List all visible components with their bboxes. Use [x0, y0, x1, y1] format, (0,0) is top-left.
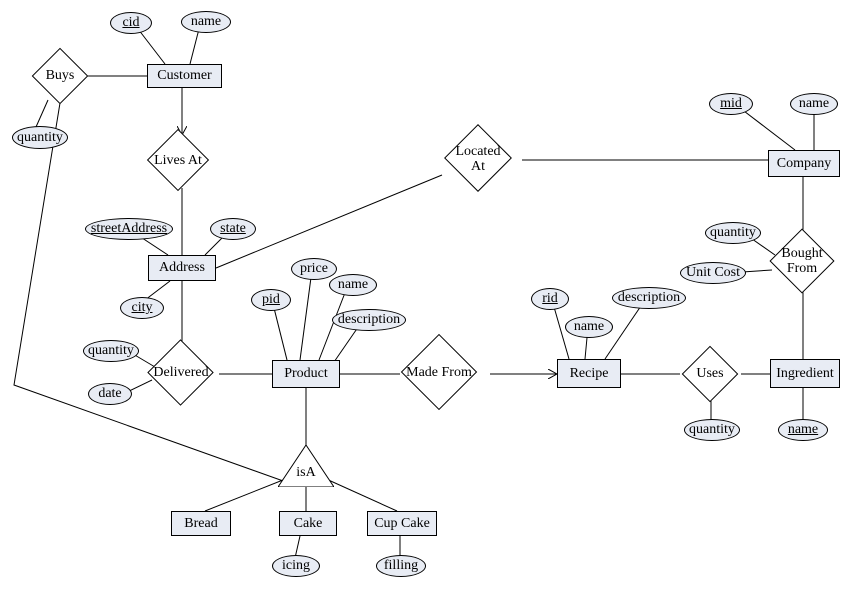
- attr-bought-quantity: quantity: [705, 222, 761, 244]
- attr-deliv-quantity-label: quantity: [88, 343, 134, 359]
- attr-deliv-date: date: [88, 383, 132, 405]
- attr-unitcost: Unit Cost: [680, 262, 746, 284]
- attr-customer-name-label: name: [191, 14, 221, 30]
- entity-customer-label: Customer: [157, 68, 211, 84]
- rel-delivered-shape: [147, 339, 213, 405]
- entity-company-label: Company: [777, 156, 831, 172]
- entity-ingredient: Ingredient: [770, 359, 840, 388]
- attr-deliv-quantity: quantity: [83, 340, 139, 362]
- entity-address-label: Address: [159, 260, 205, 276]
- attr-ing-name: name: [778, 419, 828, 441]
- rel-uses-shape: [682, 346, 739, 403]
- attr-rid: rid: [531, 288, 569, 310]
- attr-prod-description-label: description: [338, 312, 400, 328]
- attr-pid-label: pid: [262, 292, 280, 308]
- entity-cake-label: Cake: [294, 516, 323, 532]
- entity-cake: Cake: [279, 511, 337, 536]
- attr-prod-name: name: [329, 274, 377, 296]
- rel-locatedat-shape: [444, 124, 512, 192]
- attr-filling-label: filling: [384, 558, 418, 574]
- attr-price: price: [291, 258, 337, 280]
- attr-rid-label: rid: [542, 291, 558, 307]
- attr-uses-quantity-label: quantity: [689, 422, 735, 438]
- entity-product-label: Product: [284, 366, 328, 382]
- attr-prod-description: description: [332, 309, 406, 331]
- attr-icing-label: icing: [282, 558, 310, 574]
- rel-isa-shape: [278, 445, 334, 487]
- rel-livesat-shape: [147, 129, 209, 191]
- entity-cupcake-label: Cup Cake: [374, 516, 430, 532]
- entity-ingredient-label: Ingredient: [776, 366, 834, 382]
- attr-buys-quantity-label: quantity: [17, 130, 63, 146]
- attr-streetaddress: streetAddress: [85, 218, 173, 240]
- attr-price-label: price: [300, 261, 328, 277]
- attr-city: city: [120, 297, 164, 319]
- entity-customer: Customer: [147, 64, 222, 88]
- attr-ing-name-label: name: [788, 422, 818, 438]
- attr-mid-label: mid: [720, 96, 742, 112]
- attr-unitcost-label: Unit Cost: [686, 265, 740, 281]
- attr-icing: icing: [272, 555, 320, 577]
- attr-recipe-description: description: [612, 287, 686, 309]
- attr-prod-name-label: name: [338, 277, 368, 293]
- attr-uses-quantity: quantity: [684, 419, 740, 441]
- rel-madefrom-shape: [401, 334, 477, 410]
- attr-filling: filling: [376, 555, 426, 577]
- entity-company: Company: [768, 150, 840, 177]
- attr-customer-name: name: [181, 11, 231, 33]
- attr-recipe-name: name: [565, 316, 613, 338]
- entity-bread-label: Bread: [184, 516, 217, 532]
- attr-comp-name: name: [790, 93, 838, 115]
- attr-cid: cid: [110, 12, 152, 34]
- attr-buys-quantity: quantity: [12, 126, 68, 149]
- attr-recipe-description-label: description: [618, 290, 680, 306]
- attr-cid-label: cid: [122, 15, 139, 31]
- attr-recipe-name-label: name: [574, 319, 604, 335]
- attr-deliv-date-label: date: [98, 386, 121, 402]
- entity-bread: Bread: [171, 511, 231, 536]
- attr-streetaddress-label: streetAddress: [91, 221, 167, 237]
- entity-address: Address: [148, 255, 216, 281]
- attr-comp-name-label: name: [799, 96, 829, 112]
- entity-product: Product: [272, 360, 340, 388]
- attr-state-label: state: [220, 221, 246, 237]
- entity-cupcake: Cup Cake: [367, 511, 437, 536]
- attr-pid: pid: [251, 289, 291, 311]
- rel-boughtfrom-shape: [769, 228, 834, 293]
- attr-city-label: city: [132, 300, 153, 316]
- rel-buys-shape: [32, 48, 89, 105]
- entity-recipe: Recipe: [557, 359, 621, 388]
- entity-recipe-label: Recipe: [570, 366, 609, 382]
- attr-mid: mid: [709, 93, 753, 115]
- attr-state: state: [210, 218, 256, 240]
- attr-bought-quantity-label: quantity: [710, 225, 756, 241]
